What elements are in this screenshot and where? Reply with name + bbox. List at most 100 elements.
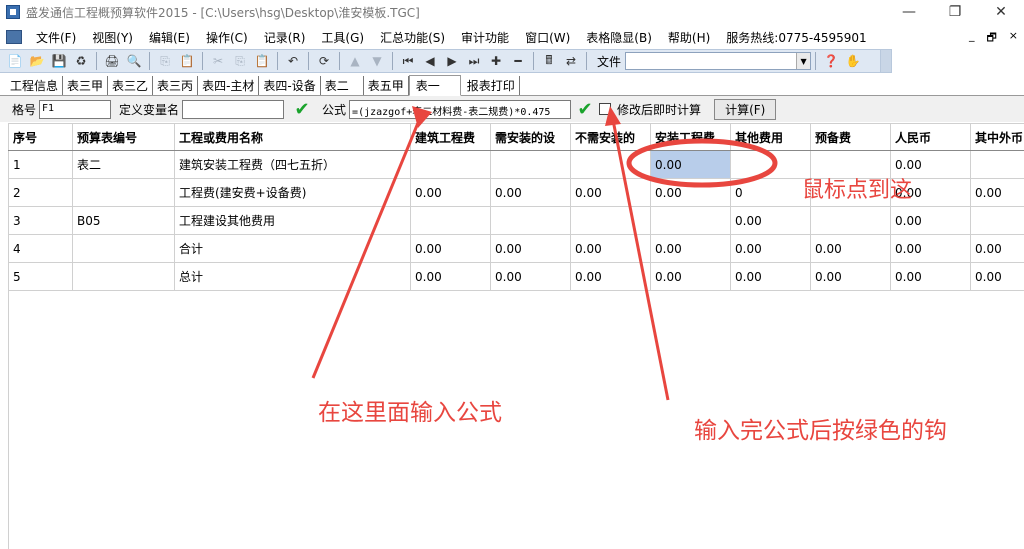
table-cell[interactable]: 0.00 <box>970 178 1024 207</box>
table-cell[interactable]: 0.00 <box>650 178 731 207</box>
table-cell[interactable] <box>570 150 651 179</box>
table-cell[interactable]: 0.00 <box>570 178 651 207</box>
table-cell[interactable]: 0.00 <box>570 262 651 291</box>
table-cell[interactable] <box>72 234 175 263</box>
replace-icon[interactable]: ⇄ <box>561 52 581 70</box>
col-header[interactable]: 预算表编号 <box>72 123 175 151</box>
mdi-restore-button[interactable]: 🗗 <box>986 29 996 48</box>
cell-field[interactable]: F1 <box>39 99 112 119</box>
col-header[interactable]: 需安装的设 <box>490 123 571 151</box>
col-header[interactable]: 预备费 <box>810 123 891 151</box>
table-cell[interactable] <box>72 262 175 291</box>
cut-icon[interactable]: ✂ <box>208 52 228 70</box>
formula-field[interactable]: =(jzazgof+表二材料费-表二规费)*0.475 <box>349 99 572 119</box>
move-down-icon[interactable]: ▼ <box>367 52 387 70</box>
print-preview-icon[interactable]: 🔍 <box>124 52 144 70</box>
table-cell[interactable]: 0.00 <box>730 262 811 291</box>
table-cell[interactable]: 0.00 <box>890 234 971 263</box>
table-cell[interactable]: 0.00 <box>730 234 811 263</box>
table-cell[interactable] <box>490 206 571 235</box>
tab-table2[interactable]: 表二 <box>321 76 364 95</box>
table-cell[interactable] <box>410 150 491 179</box>
table-cell[interactable]: 1 <box>8 150 73 179</box>
table-cell[interactable]: 总计 <box>174 262 411 291</box>
copy2-icon[interactable]: ⎘ <box>230 52 250 70</box>
table-cell[interactable]: 0.00 <box>970 234 1024 263</box>
table-cell[interactable]: 4 <box>8 234 73 263</box>
confirm-check-icon[interactable]: ✔ <box>292 99 312 120</box>
menu-table-visibility[interactable]: 表格隐显(B) <box>578 29 660 46</box>
chevron-down-icon[interactable]: ▼ <box>796 53 811 69</box>
table-cell[interactable]: 建筑安装工程费（四七五折） <box>174 150 411 179</box>
help-icon[interactable]: ❓ <box>821 52 841 70</box>
table-cell[interactable]: 工程建设其他费用 <box>174 206 411 235</box>
table-cell[interactable]: 0 <box>730 178 811 207</box>
close-button[interactable]: ✕ <box>978 0 1024 24</box>
col-header[interactable]: 其中外币 <box>970 123 1024 151</box>
open-folder-icon[interactable]: 📂 <box>27 52 47 70</box>
table-cell[interactable]: 0.00 <box>410 262 491 291</box>
undo-icon[interactable]: ↶ <box>283 52 303 70</box>
table-cell[interactable]: 0.00 <box>810 234 891 263</box>
paste2-icon[interactable]: 📋 <box>252 52 272 70</box>
table-cell[interactable] <box>730 150 811 179</box>
add-record-icon[interactable]: ✚ <box>486 52 506 70</box>
menu-record[interactable]: 记录(R) <box>256 29 314 46</box>
menu-view[interactable]: 视图(Y) <box>84 29 141 46</box>
table-cell[interactable] <box>490 150 571 179</box>
save-icon[interactable]: 💾 <box>49 52 69 70</box>
menu-edit[interactable]: 编辑(E) <box>141 29 198 46</box>
document-icon[interactable] <box>6 30 22 44</box>
table-cell[interactable]: 表二 <box>72 150 175 179</box>
table-cell[interactable]: 3 <box>8 206 73 235</box>
tab-table4-materials[interactable]: 表四-主材 <box>198 76 260 95</box>
restore-button[interactable]: ❐ <box>932 0 978 24</box>
variable-name-field[interactable] <box>182 99 285 119</box>
calculator-icon[interactable]: 🖩 <box>539 52 559 70</box>
new-file-icon[interactable]: 📄 <box>5 52 25 70</box>
table-cell[interactable]: 0.00 <box>890 262 971 291</box>
table-cell[interactable]: 2 <box>8 178 73 207</box>
table-cell[interactable] <box>810 206 891 235</box>
table-cell[interactable] <box>410 206 491 235</box>
mdi-minimize-button[interactable]: _ <box>969 29 975 48</box>
prev-record-icon[interactable]: ◀ <box>420 52 440 70</box>
table-cell[interactable]: 0.00 <box>490 262 571 291</box>
menu-summary[interactable]: 汇总功能(S) <box>372 29 453 46</box>
tab-project-info[interactable]: 工程信息 <box>6 76 64 95</box>
col-header[interactable]: 安装工程费 <box>650 123 731 151</box>
table-cell[interactable]: 5 <box>8 262 73 291</box>
mdi-close-button[interactable]: × <box>1009 29 1018 48</box>
table-cell[interactable]: 0.00 <box>490 234 571 263</box>
tab-report-print[interactable]: 报表打印 <box>463 76 520 95</box>
menu-help[interactable]: 帮助(H) <box>660 29 718 46</box>
tab-table4-equipment[interactable]: 表四-设备 <box>259 76 321 95</box>
tab-table1[interactable]: 表一 <box>408 75 461 96</box>
tab-table5a[interactable]: 表五甲 <box>364 76 409 95</box>
calculate-button[interactable]: 计算(F) <box>714 98 777 120</box>
menu-tools[interactable]: 工具(G) <box>313 29 372 46</box>
copy-icon[interactable]: ⎘ <box>155 52 175 70</box>
col-header[interactable]: 建筑工程费 <box>410 123 491 151</box>
table-cell[interactable]: 0.00 <box>730 206 811 235</box>
table-cell[interactable]: 0.00 <box>890 206 971 235</box>
col-header[interactable]: 不需安装的 <box>570 123 651 151</box>
move-up-icon[interactable]: ▲ <box>345 52 365 70</box>
file-combo[interactable]: ▼ <box>625 52 812 70</box>
paste-icon[interactable]: 📋 <box>177 52 197 70</box>
menu-file[interactable]: 文件(F) <box>28 29 84 46</box>
table-cell[interactable]: 0.00 <box>650 262 731 291</box>
instant-calc-checkbox[interactable] <box>599 103 612 115</box>
col-header[interactable]: 工程或费用名称 <box>174 123 411 151</box>
table-cell[interactable]: 0.00 <box>810 262 891 291</box>
print-icon[interactable]: 🖨 <box>102 52 122 70</box>
table-cell[interactable]: 0.00 <box>490 178 571 207</box>
menu-window[interactable]: 窗口(W) <box>517 29 578 46</box>
tab-table3a[interactable]: 表三甲 <box>63 76 109 95</box>
table-cell[interactable] <box>970 150 1024 179</box>
table-cell[interactable] <box>970 206 1024 235</box>
menu-audit[interactable]: 审计功能 <box>453 29 517 46</box>
table-cell[interactable]: 0.00 <box>650 234 731 263</box>
table-cell[interactable] <box>72 178 175 207</box>
first-record-icon[interactable]: ⏮ <box>398 52 418 70</box>
